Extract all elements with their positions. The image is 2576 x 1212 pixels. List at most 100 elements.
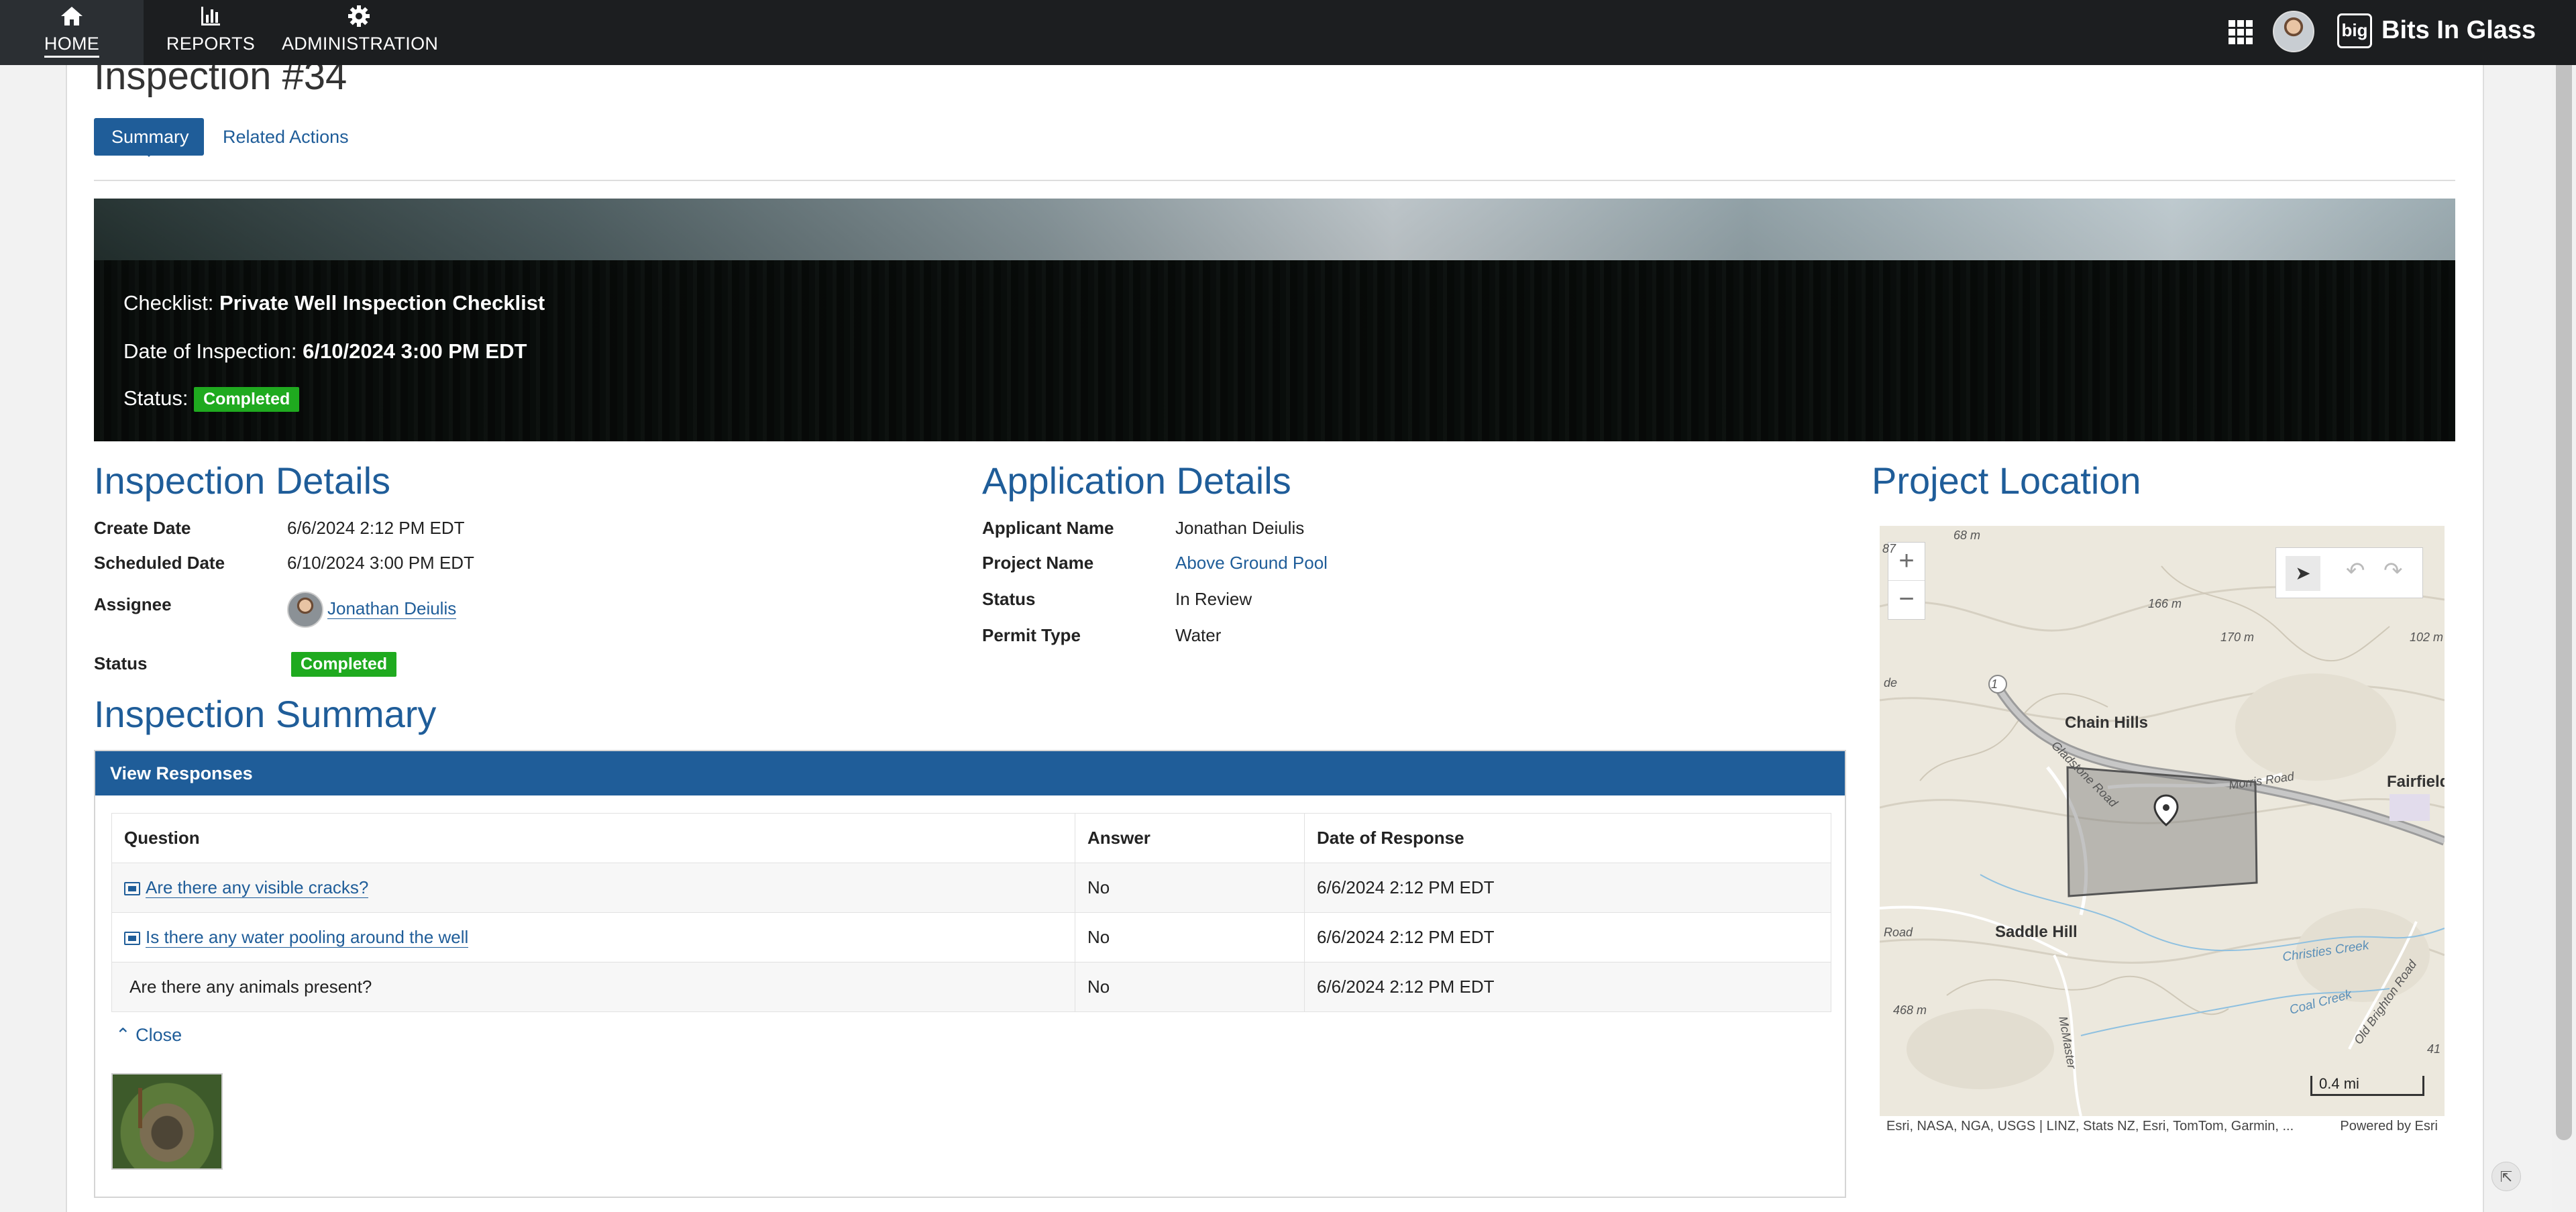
create-date-label: Create Date [94, 518, 191, 538]
project-name-row: Project Name [982, 553, 1093, 573]
tab-summary[interactable]: Summary [94, 118, 204, 157]
project-map[interactable]: + − ➤ ↶ ↷ Chain Hills Saddle Hill Fairfi… [1880, 526, 2445, 1116]
table-row: Are there any animals present? No 6/6/20… [111, 962, 1831, 1012]
answer-cell: No [1075, 912, 1305, 962]
label-fairfield: Fairfield [2387, 773, 2445, 791]
label-saddle-hill: Saddle Hill [1995, 923, 2078, 941]
gear-icon [348, 5, 370, 27]
tab-divider [94, 180, 2455, 181]
scrollbar-thumb[interactable] [2556, 27, 2572, 1140]
powered-by-esri[interactable]: Powered by Esri [2340, 1116, 2438, 1136]
col-answer[interactable]: Answer [1075, 813, 1305, 863]
close-responses-button[interactable]: ⌃ Close [115, 1025, 182, 1046]
permit-type-value: Water [1175, 625, 1222, 645]
bar-chart-icon [201, 7, 220, 25]
attachment-icon [124, 932, 140, 946]
project-location-heading: Project Location [1872, 459, 2141, 502]
answer-cell: No [1075, 962, 1305, 1012]
select-cursor-icon[interactable]: ➤ [2286, 556, 2320, 591]
banner-date: Date of Inspection: 6/10/2024 3:00 PM ED… [123, 339, 527, 364]
project-name-link[interactable]: Above Ground Pool [1175, 553, 1328, 573]
map-scale-bar: 0.4 mi [2310, 1076, 2424, 1096]
view-responses-header[interactable]: View Responses [95, 751, 1845, 795]
table-header-row: Question Answer Date of Response [111, 813, 1831, 863]
elevation-3: 170 m [2220, 630, 2255, 644]
undo-icon[interactable]: ↶ [2346, 557, 2365, 584]
attachment-icon [124, 882, 140, 896]
home-icon [61, 7, 83, 25]
brand-logo: big [2337, 13, 2372, 48]
permit-type-row: Permit Type [982, 625, 1081, 646]
response-photo-thumbnail[interactable] [111, 1073, 223, 1170]
redo-icon[interactable]: ↷ [2383, 557, 2403, 584]
user-avatar[interactable] [2273, 11, 2314, 52]
tab-related-actions[interactable]: Related Actions [205, 118, 366, 156]
nav-home[interactable]: HOME [0, 0, 144, 65]
question-cell: Are there any animals present? [111, 962, 1075, 1012]
map-toolbar: ➤ ↶ ↷ [2275, 547, 2423, 598]
feedback-icon[interactable]: ⇱ [2491, 1162, 2521, 1191]
col-date-of-response[interactable]: Date of Response [1304, 813, 1831, 863]
close-label: Close [136, 1025, 182, 1045]
assignee-row: Assignee [94, 594, 172, 615]
label-de: de [1884, 676, 1898, 690]
create-date-row: Create Date [94, 518, 191, 539]
elevation-4: 102 m [2410, 630, 2444, 644]
elevation-6: 41 [2427, 1042, 2441, 1056]
banner-checklist: Checklist: Private Well Inspection Check… [123, 291, 545, 315]
project-name-value: Above Ground Pool [1175, 553, 1328, 573]
nav-reports[interactable]: REPORTS [164, 0, 258, 65]
table-row: Is there any water pooling around the we… [111, 912, 1831, 962]
nav-administration[interactable]: ADMINISTRATION [282, 0, 438, 65]
details-status-label: Status [94, 653, 148, 673]
top-nav: HOME REPORTS ADMINISTRATION big Bits In … [0, 0, 2576, 65]
zoom-out-button[interactable]: − [1888, 581, 1925, 619]
date-label: Date of Inspection: [123, 339, 297, 363]
date-cell: 6/6/2024 2:12 PM EDT [1304, 962, 1831, 1012]
assignee-avatar [287, 592, 323, 628]
app-status-value: In Review [1175, 589, 1252, 609]
app-status-row: Status [982, 589, 1035, 610]
question-link[interactable]: Is there any water pooling around the we… [146, 927, 469, 948]
date-cell: 6/6/2024 2:12 PM EDT [1304, 863, 1831, 913]
table-row: Are there any visible cracks? No 6/6/202… [111, 863, 1831, 913]
answer-cell: No [1075, 863, 1305, 913]
question-cell: Are there any visible cracks? [111, 863, 1075, 913]
banner-sky [94, 199, 2455, 260]
permit-type-label: Permit Type [982, 625, 1081, 645]
assignee-link[interactable]: Jonathan Deiulis [327, 598, 457, 619]
details-status-value: Completed [291, 652, 397, 677]
inspection-details-heading: Inspection Details [94, 459, 391, 502]
question-link[interactable]: Are there any visible cracks? [146, 877, 369, 898]
checklist-label: Checklist: [123, 291, 214, 315]
status-label: Status: [123, 386, 189, 410]
applicant-name-value: Jonathan Deiulis [1175, 518, 1305, 538]
chevron-up-icon: ⌃ [115, 1025, 131, 1045]
inspection-summary-heading: Inspection Summary [94, 693, 437, 735]
applicant-name-label: Applicant Name [982, 518, 1114, 538]
col-question[interactable]: Question [111, 813, 1075, 863]
date-cell: 6/6/2024 2:12 PM EDT [1304, 912, 1831, 962]
nav-home-label: HOME [44, 34, 100, 58]
elevation-1: 68 m [1953, 529, 1981, 542]
status-badge: Completed [194, 387, 300, 412]
label-chain-hills: Chain Hills [2065, 714, 2149, 732]
applicant-name-row: Applicant Name [982, 518, 1114, 539]
scheduled-date-label: Scheduled Date [94, 553, 225, 573]
scheduled-date-value: 6/10/2024 3:00 PM EDT [287, 553, 474, 573]
responses-panel: View Responses Question Answer Date of R… [94, 750, 1846, 1198]
elevation-2: 166 m [2148, 597, 2182, 610]
assignee-value: Jonathan Deiulis [287, 592, 457, 628]
details-status-badge: Completed [291, 652, 397, 677]
project-name-label: Project Name [982, 553, 1094, 573]
date-value: 6/10/2024 3:00 PM EDT [303, 339, 527, 363]
label-route-87: 87 [1882, 542, 1896, 555]
status-row: Status [94, 653, 147, 674]
attribution-text: Esri, NASA, NGA, USGS | LINZ, Stats NZ, … [1886, 1119, 2294, 1134]
nav-reports-label: REPORTS [166, 34, 256, 54]
page-scrollbar[interactable] [2552, 0, 2576, 1212]
checklist-value: Private Well Inspection Checklist [219, 291, 545, 315]
question-cell: Is there any water pooling around the we… [111, 912, 1075, 962]
app-grid-icon[interactable] [2227, 19, 2254, 46]
banner-status: Status: Completed [123, 386, 300, 412]
